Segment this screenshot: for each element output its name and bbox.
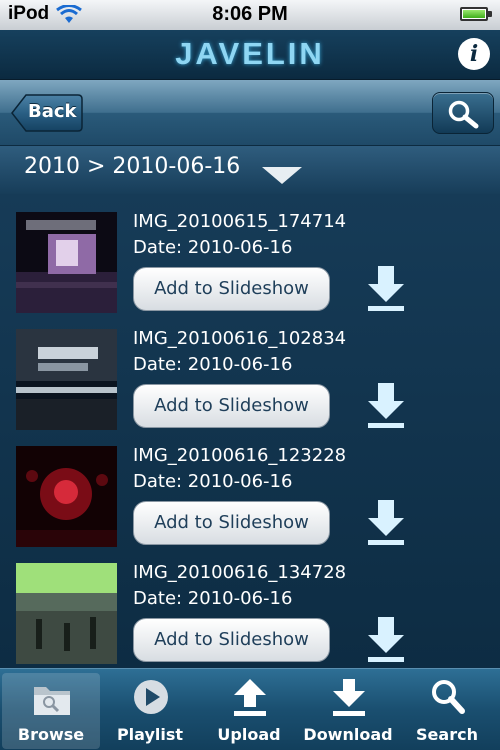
file-name: IMG_20100616_102834 — [133, 328, 347, 349]
photo-thumbnail[interactable] — [16, 563, 117, 664]
file-date: Date: 2010-06-16 — [133, 471, 293, 492]
file-name: IMG_20100616_123228 — [133, 445, 347, 466]
tab-browse[interactable]: Browse — [2, 673, 100, 749]
file-date: Date: 2010-06-16 — [133, 237, 293, 258]
photo-thumbnail[interactable] — [16, 212, 117, 313]
file-name: IMG_20100615_174714 — [133, 211, 347, 232]
search-icon — [448, 100, 479, 129]
breadcrumb[interactable]: 2010 > 2010-06-16 — [24, 154, 240, 179]
tab-label: Browse — [17, 725, 85, 744]
download-icon[interactable] — [366, 500, 406, 546]
photo-thumbnail[interactable] — [16, 329, 117, 430]
breadcrumb-bar: 2010 > 2010-06-16 — [0, 146, 500, 194]
back-button-label: Back — [28, 101, 77, 122]
tab-label: Playlist — [116, 725, 184, 744]
tab-download[interactable]: Download — [299, 673, 397, 749]
file-date: Date: 2010-06-16 — [133, 354, 293, 375]
add-to-slideshow-button[interactable]: Add to Slideshow — [133, 501, 330, 545]
add-to-slideshow-button[interactable]: Add to Slideshow — [133, 384, 330, 428]
tab-label: Download — [303, 725, 393, 744]
list-item[interactable]: IMG_20100615_174714 Date: 2010-06-16 Add… — [0, 194, 500, 313]
list-item[interactable]: IMG_20100616_123228 Date: 2010-06-16 Add… — [0, 428, 500, 547]
battery-icon — [460, 7, 492, 21]
photo-list[interactable]: IMG_20100615_174714 Date: 2010-06-16 Add… — [0, 194, 500, 668]
add-to-slideshow-button[interactable]: Add to Slideshow — [133, 618, 330, 662]
list-item[interactable]: IMG_20100616_102834 Date: 2010-06-16 Add… — [0, 311, 500, 430]
download-icon — [333, 679, 365, 716]
tab-upload[interactable]: Upload — [200, 673, 298, 749]
info-icon[interactable]: i — [458, 38, 490, 70]
download-icon[interactable] — [366, 617, 406, 663]
chevron-down-icon[interactable] — [262, 167, 302, 187]
tab-label: Upload — [217, 725, 281, 744]
download-icon[interactable] — [366, 266, 406, 312]
title-bar: JAVELIN i — [0, 30, 500, 80]
tab-label: Search — [416, 725, 478, 744]
clock: 8:06 PM — [212, 3, 288, 25]
tab-playlist[interactable]: Playlist — [101, 673, 199, 749]
folder-search-icon — [34, 687, 70, 715]
nav-bar: Back — [0, 80, 500, 146]
status-bar: iPod 8:06 PM — [0, 0, 500, 30]
file-date: Date: 2010-06-16 — [133, 588, 293, 609]
search-icon — [432, 680, 465, 714]
upload-icon — [234, 679, 266, 716]
back-button[interactable]: Back — [10, 93, 84, 133]
file-name: IMG_20100616_134728 — [133, 562, 347, 583]
app-title: JAVELIN — [175, 36, 325, 71]
play-icon — [134, 680, 168, 714]
search-button[interactable] — [432, 92, 494, 134]
tab-search[interactable]: Search — [398, 673, 496, 749]
add-to-slideshow-button[interactable]: Add to Slideshow — [133, 267, 330, 311]
photo-thumbnail[interactable] — [16, 446, 117, 547]
tab-bar: Browse Playlist Upload Download Search — [0, 668, 500, 750]
download-icon[interactable] — [366, 383, 406, 429]
list-item[interactable]: IMG_20100616_134728 Date: 2010-06-16 Add… — [0, 545, 500, 664]
